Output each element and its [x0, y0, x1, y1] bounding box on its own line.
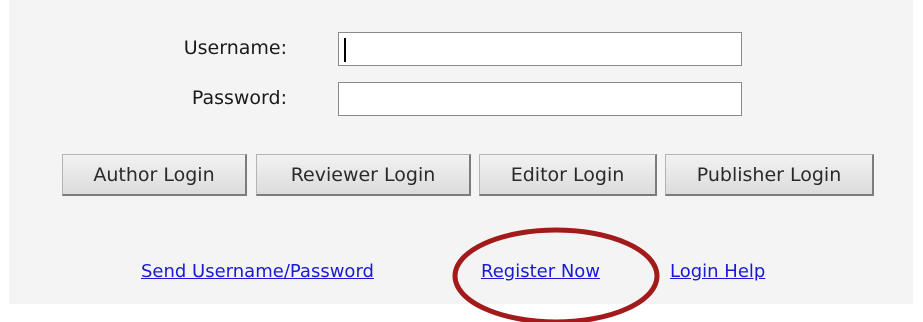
text-caret: [344, 38, 346, 62]
author-login-button[interactable]: Author Login: [62, 154, 247, 196]
password-label: Password:: [191, 87, 287, 109]
login-panel: Username: Password: Author Login Reviewe…: [9, 0, 913, 304]
login-help-link[interactable]: Login Help: [670, 261, 765, 282]
register-now-link[interactable]: Register Now: [481, 261, 600, 282]
username-label: Username:: [183, 37, 287, 59]
password-input[interactable]: [338, 82, 742, 116]
username-input[interactable]: [338, 32, 742, 66]
editor-login-button[interactable]: Editor Login: [479, 154, 657, 196]
publisher-login-button[interactable]: Publisher Login: [665, 154, 874, 196]
reviewer-login-button[interactable]: Reviewer Login: [256, 154, 471, 196]
send-username-password-link[interactable]: Send Username/Password: [141, 261, 374, 282]
